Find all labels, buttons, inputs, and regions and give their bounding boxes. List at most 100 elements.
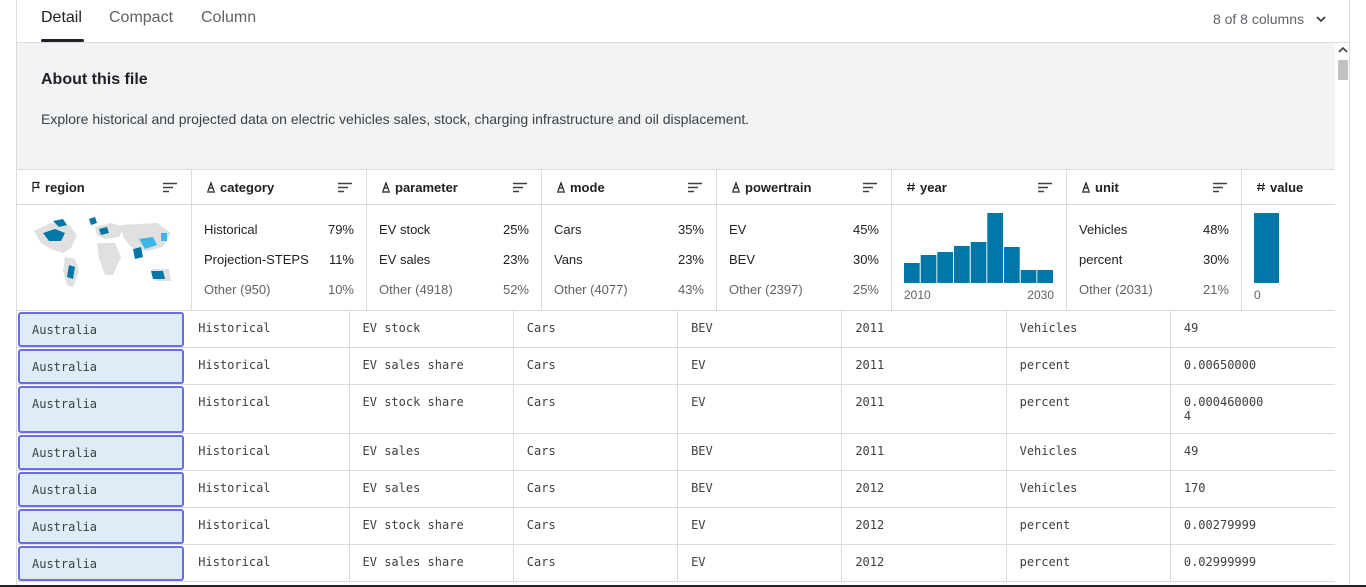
histogram-bar[interactable] (970, 242, 987, 283)
cell-parameter[interactable]: EV stock share (350, 385, 514, 433)
cell-region[interactable]: Australia (18, 435, 185, 470)
cell-unit[interactable]: percent (1007, 545, 1171, 581)
cell-value[interactable]: 49 (1171, 311, 1335, 347)
cell-region[interactable]: Australia (18, 472, 185, 507)
sort-icon[interactable] (688, 182, 702, 193)
histogram-bar[interactable] (954, 246, 970, 283)
cell-mode[interactable]: Cars (514, 508, 679, 544)
histogram-bar[interactable] (920, 255, 937, 283)
sort-icon[interactable] (163, 182, 177, 193)
cell-value[interactable]: 49 (1171, 434, 1335, 470)
cell-mode[interactable]: Cars (514, 348, 679, 384)
histogram-bar[interactable] (1020, 270, 1037, 283)
cell-category[interactable]: Historical (185, 385, 350, 433)
cell-category[interactable]: Historical (185, 508, 350, 544)
cell-region[interactable]: Australia (18, 546, 185, 581)
cell-powertrain[interactable]: BEV (678, 311, 843, 347)
tab-compact[interactable]: Compact (109, 9, 173, 27)
cell-mode[interactable]: Cars (514, 471, 679, 507)
column-name: parameter (395, 180, 458, 195)
table-row[interactable]: Australia Historical EV sales Cars BEV 2012 Ve… (17, 471, 1335, 508)
cell-category[interactable]: Historical (185, 311, 350, 347)
cell-region[interactable]: Australia (18, 312, 185, 347)
table-row[interactable]: Australia Historical EV sales share Cars EV 2… (17, 348, 1335, 385)
table-row[interactable]: Australia Historical EV stock Cars BEV 2011 Ve… (17, 311, 1335, 348)
sort-icon[interactable] (863, 182, 877, 193)
histogram-bar[interactable] (1254, 213, 1279, 283)
sort-icon[interactable] (1038, 182, 1052, 193)
histogram-bar[interactable] (1037, 270, 1053, 283)
cell-mode[interactable]: Cars (514, 545, 679, 581)
cell-mode[interactable]: Cars (514, 385, 679, 433)
table-row[interactable]: Australia Historical EV sales share Cars EV 2… (17, 545, 1335, 582)
tab-column[interactable]: Column (201, 9, 256, 27)
cell-year[interactable]: 2012 (842, 471, 1007, 507)
cell-year[interactable]: 2012 (842, 545, 1007, 581)
cell-value[interactable]: 0.000460000 4 (1171, 385, 1335, 433)
cell-year[interactable]: 2011 (842, 311, 1007, 347)
cell-region[interactable]: Australia (18, 509, 185, 544)
cell-value[interactable]: 0.02999999 (1171, 545, 1335, 581)
cell-unit[interactable]: Vehicles (1007, 434, 1171, 470)
cell-value[interactable]: 0.00650000 (1171, 348, 1335, 384)
cell-parameter[interactable]: EV sales (350, 471, 514, 507)
cell-category[interactable]: Historical (185, 434, 350, 470)
column-header-unit[interactable]: unit (1067, 170, 1242, 205)
cell-powertrain[interactable]: EV (678, 545, 843, 581)
cell-powertrain[interactable]: EV (678, 508, 843, 544)
vertical-scrollbar[interactable] (1335, 43, 1349, 587)
histogram-bar[interactable] (937, 252, 953, 283)
cell-unit[interactable]: percent (1007, 385, 1171, 433)
column-header-parameter[interactable]: parameter (367, 170, 542, 205)
column-header-value[interactable]: value (1242, 170, 1335, 205)
cell-unit[interactable]: Vehicles (1007, 311, 1171, 347)
scrollbar-thumb[interactable] (1338, 60, 1348, 80)
table-row[interactable]: Australia Historical EV stock share Cars EV 2… (17, 508, 1335, 545)
histogram-bar[interactable] (904, 263, 920, 283)
cell-powertrain[interactable]: EV (678, 385, 843, 433)
cell-unit[interactable]: percent (1007, 508, 1171, 544)
column-name: region (45, 180, 85, 195)
cell-category[interactable]: Historical (185, 348, 350, 384)
cell-mode[interactable]: Cars (514, 311, 679, 347)
year-axis-max: 2030 (1027, 288, 1054, 302)
cell-powertrain[interactable]: BEV (678, 434, 843, 470)
summary-item: percent 30% (1079, 252, 1229, 267)
scroll-up-icon[interactable] (1338, 45, 1348, 55)
cell-region[interactable]: Australia (18, 349, 185, 384)
cell-mode[interactable]: Cars (514, 434, 679, 470)
cell-year[interactable]: 2011 (842, 434, 1007, 470)
column-selector[interactable]: 8 of 8 columns (1213, 11, 1328, 27)
table-row[interactable]: Australia Historical EV sales Cars BEV 2011 Ve… (17, 434, 1335, 471)
column-header-category[interactable]: category (192, 170, 367, 205)
cell-unit[interactable]: percent (1007, 348, 1171, 384)
cell-year[interactable]: 2011 (842, 385, 1007, 433)
sort-icon[interactable] (1213, 182, 1227, 193)
sort-icon[interactable] (338, 182, 352, 193)
column-header-region[interactable]: region (17, 170, 192, 205)
cell-value[interactable]: 0.00279999 (1171, 508, 1335, 544)
cell-parameter[interactable]: EV sales (350, 434, 514, 470)
column-header-mode[interactable]: mode (542, 170, 717, 205)
cell-value[interactable]: 170 (1171, 471, 1335, 507)
cell-parameter[interactable]: EV stock (350, 311, 514, 347)
summary-item-other: Other (4918) 52% (379, 282, 529, 297)
cell-powertrain[interactable]: BEV (678, 471, 843, 507)
column-header-powertrain[interactable]: powertrain (717, 170, 892, 205)
cell-region[interactable]: Australia (18, 386, 185, 433)
cell-year[interactable]: 2011 (842, 348, 1007, 384)
histogram-bar[interactable] (1004, 247, 1020, 283)
table-row[interactable]: Australia Historical EV stock share Cars EV 2… (17, 385, 1335, 434)
sort-icon[interactable] (513, 182, 527, 193)
cell-category[interactable]: Historical (185, 471, 350, 507)
column-header-year[interactable]: year (892, 170, 1067, 205)
histogram-bar[interactable] (987, 213, 1003, 283)
tab-detail[interactable]: Detail (41, 9, 82, 27)
cell-category[interactable]: Historical (185, 545, 350, 581)
cell-parameter[interactable]: EV stock share (350, 508, 514, 544)
cell-parameter[interactable]: EV sales share (350, 545, 514, 581)
cell-parameter[interactable]: EV sales share (350, 348, 514, 384)
cell-powertrain[interactable]: EV (678, 348, 843, 384)
cell-unit[interactable]: Vehicles (1007, 471, 1171, 507)
cell-year[interactable]: 2012 (842, 508, 1007, 544)
